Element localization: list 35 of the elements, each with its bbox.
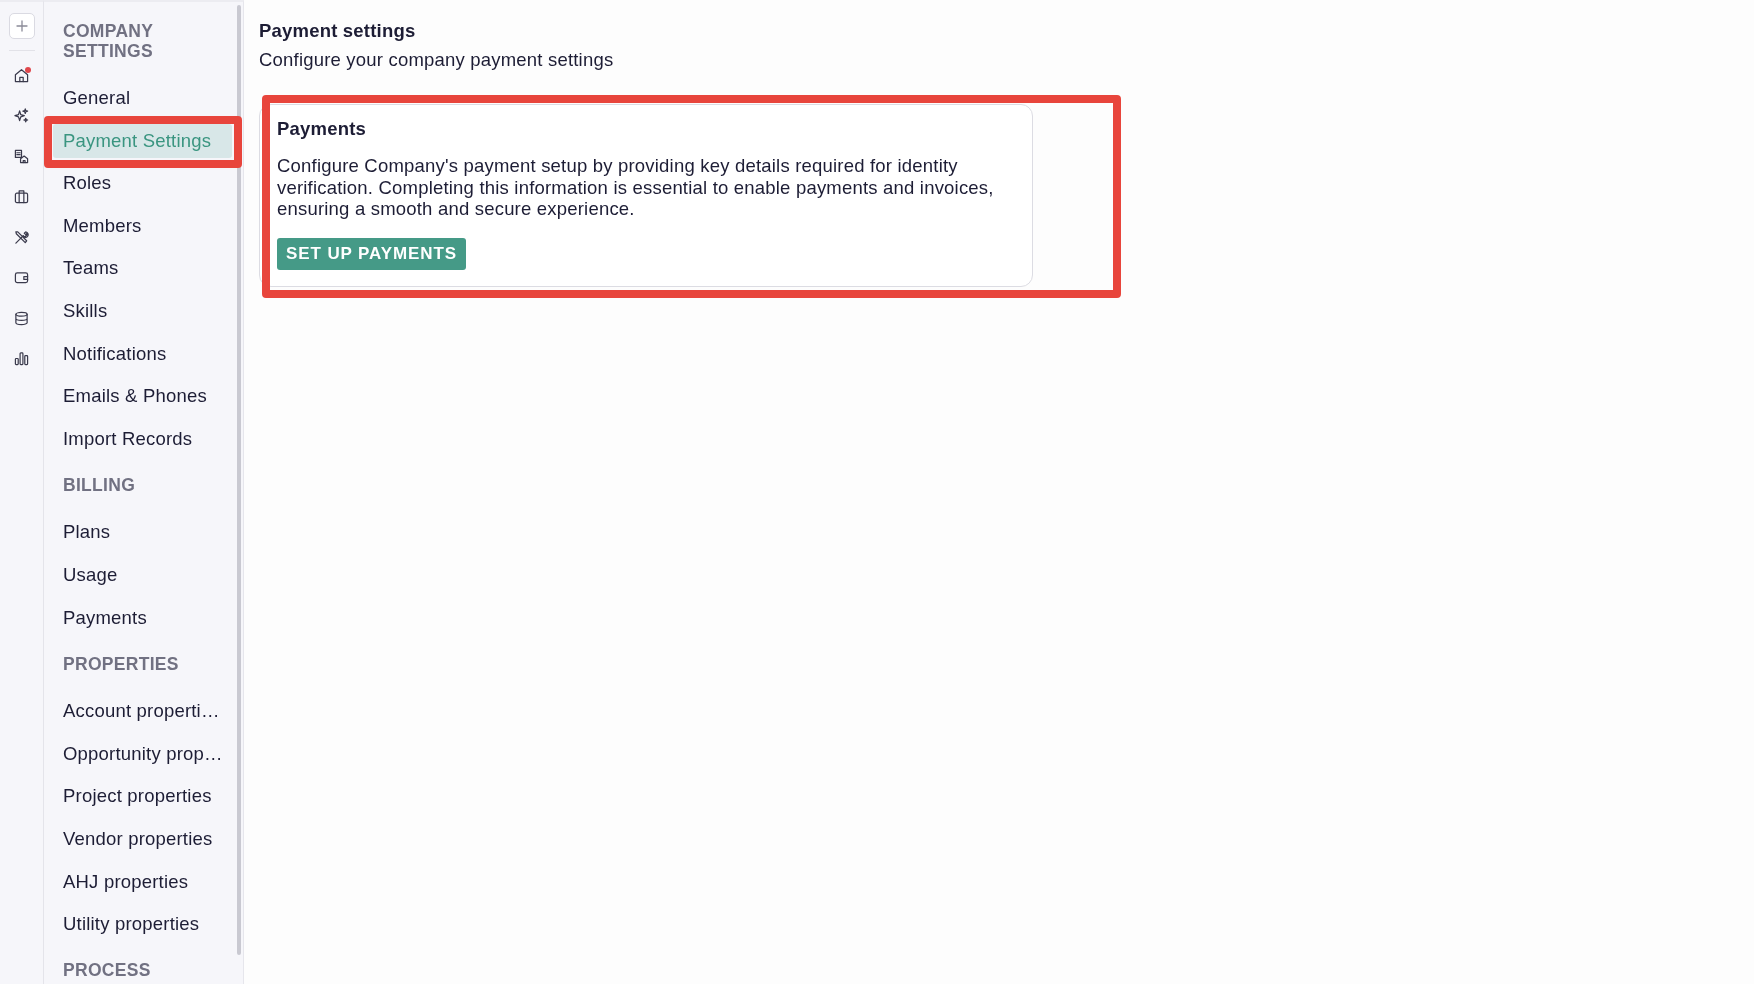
briefcase-icon[interactable]: [14, 189, 29, 205]
section-heading: PROPERTIES: [62, 654, 180, 675]
sidebar-item[interactable]: Teams: [53, 251, 232, 286]
sidebar-item[interactable]: Members: [53, 208, 232, 243]
card-title: Payments: [277, 119, 367, 139]
sidebar-item[interactable]: Emails & Phones: [53, 379, 232, 414]
bar-chart-icon[interactable]: [14, 351, 29, 367]
document-house-icon[interactable]: [14, 148, 29, 164]
section-heading: COMPANY SETTINGS: [62, 22, 154, 61]
sidebar-item[interactable]: AHJ properties: [53, 864, 232, 899]
sidebar-item[interactable]: Account properti…: [53, 694, 232, 729]
sidebar-item[interactable]: Payments: [53, 600, 232, 635]
sidebar-item[interactable]: Utility properties: [53, 907, 232, 942]
sidebar-item[interactable]: Project properties: [53, 779, 232, 814]
section-heading: PROCESS: [62, 961, 152, 981]
sidebar-item[interactable]: Roles: [53, 166, 232, 201]
sidebar-item[interactable]: Import Records: [53, 421, 232, 456]
sparkles-icon[interactable]: [14, 108, 29, 124]
scrollbar[interactable]: [237, 5, 241, 955]
card-description: Configure Company's payment setup by providing key details required for identity verification. Completing this information is essential to enable payments and invoices, ensuring a smooth and secure experience.: [277, 155, 995, 220]
tools-icon[interactable]: [14, 229, 29, 245]
sidebar-item[interactable]: Plans: [53, 515, 232, 550]
home-icon[interactable]: [14, 67, 29, 83]
sidebar-item[interactable]: Usage: [53, 557, 232, 592]
sidebar-item[interactable]: Notifications: [53, 336, 232, 371]
sidebar-item[interactable]: Vendor properties: [53, 821, 232, 856]
database-icon[interactable]: [14, 310, 29, 326]
sidebar-item[interactable]: Skills: [53, 293, 232, 328]
page-subtitle: Configure your company payment settings: [259, 50, 615, 70]
sidebar-item[interactable]: Opportunity prop…: [53, 736, 232, 771]
wallet-icon[interactable]: [14, 270, 29, 286]
sidebar-item[interactable]: General: [53, 81, 232, 115]
section-heading: BILLING: [62, 475, 137, 496]
plus-icon: [15, 20, 28, 32]
page-title: Payment settings: [259, 21, 417, 41]
